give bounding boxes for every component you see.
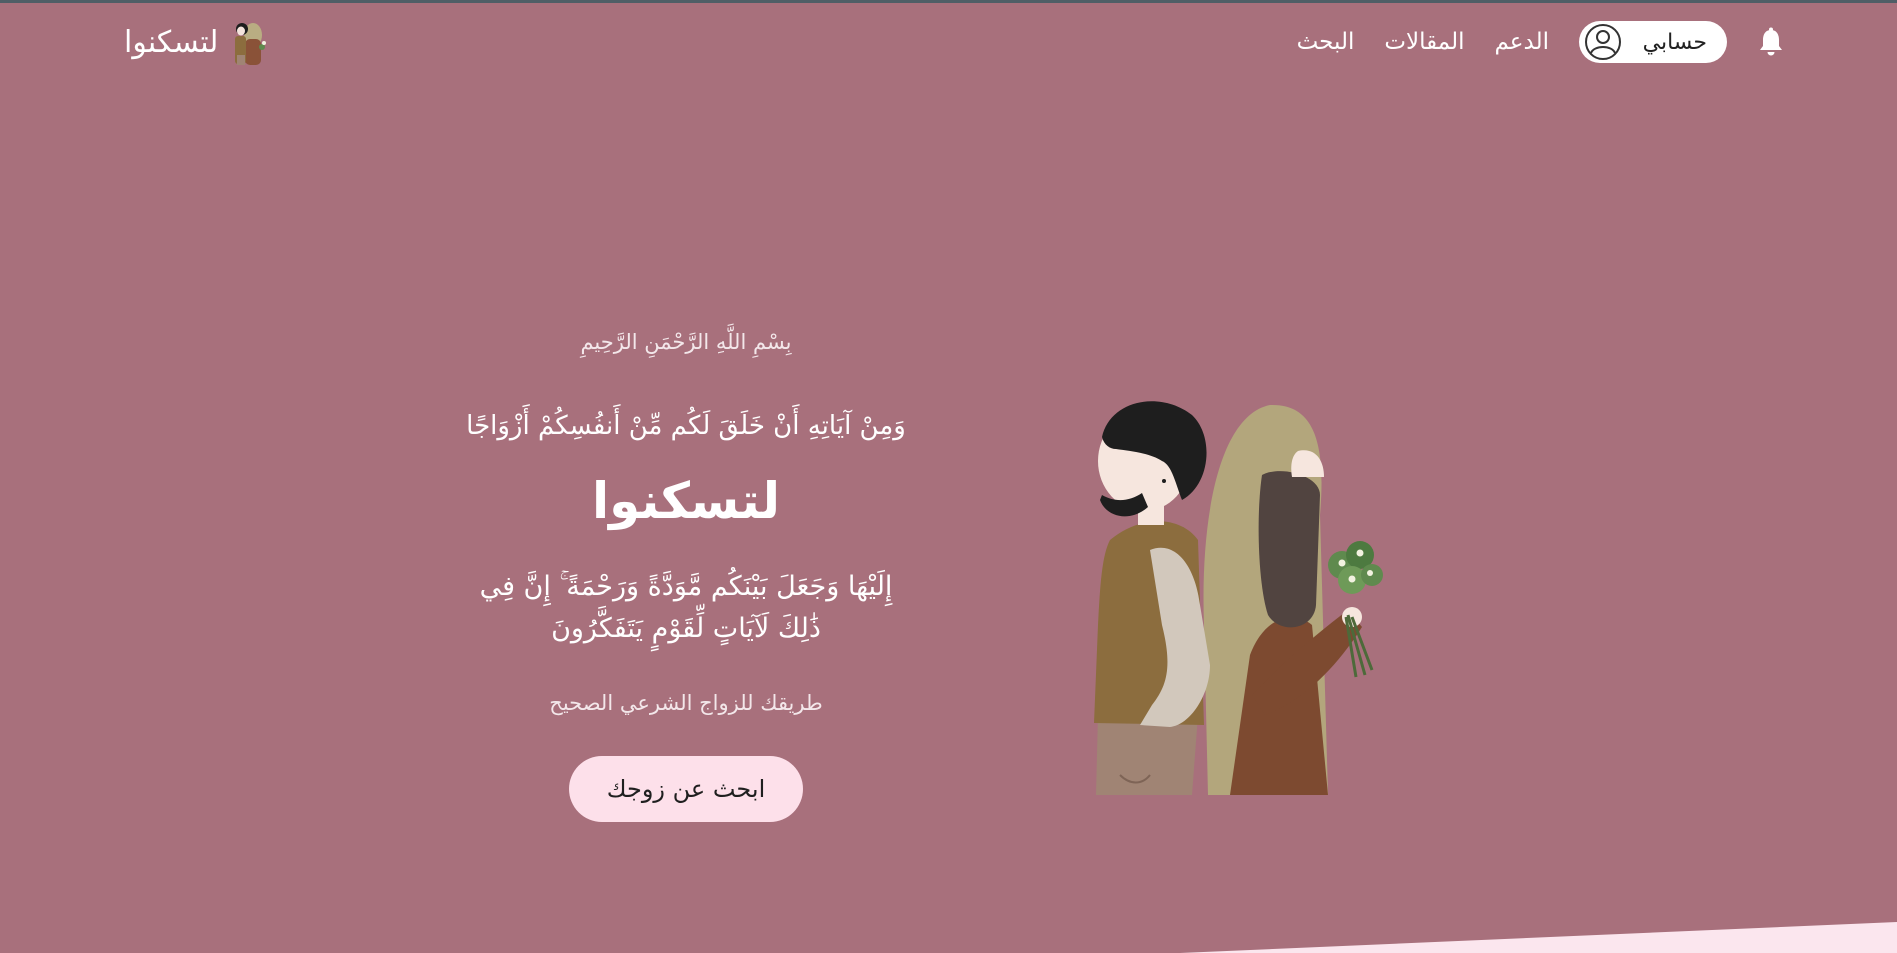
hero-title: لتسكنوا <box>591 472 781 530</box>
bottom-wave <box>1180 922 1897 953</box>
user-avatar-icon <box>1585 24 1621 60</box>
account-button[interactable]: حسابي <box>1579 21 1727 63</box>
verse-line-1: وَمِنْ آيَاتِهِ أَنْ خَلَقَ لَكُم مِّنْ … <box>466 411 906 441</box>
nav-link-articles[interactable]: المقالات <box>1384 29 1464 55</box>
bell-icon[interactable] <box>1757 26 1785 58</box>
tagline: طريقك للزواج الشرعي الصحيح <box>549 691 823 715</box>
find-spouse-button[interactable]: ابحث عن زوجك <box>569 756 803 822</box>
account-label: حسابي <box>1642 29 1707 55</box>
verse-line-2: إِلَيْهَا وَجَعَلَ بَيْنَكُم مَّوَدَّةً … <box>479 571 893 644</box>
basmala-text: بِسْمِ اللَّهِ الرَّحْمَنِ الرَّحِيمِ <box>580 330 792 354</box>
couple-illustration <box>1094 401 1383 795</box>
nav-link-support[interactable]: الدعم <box>1494 29 1549 55</box>
